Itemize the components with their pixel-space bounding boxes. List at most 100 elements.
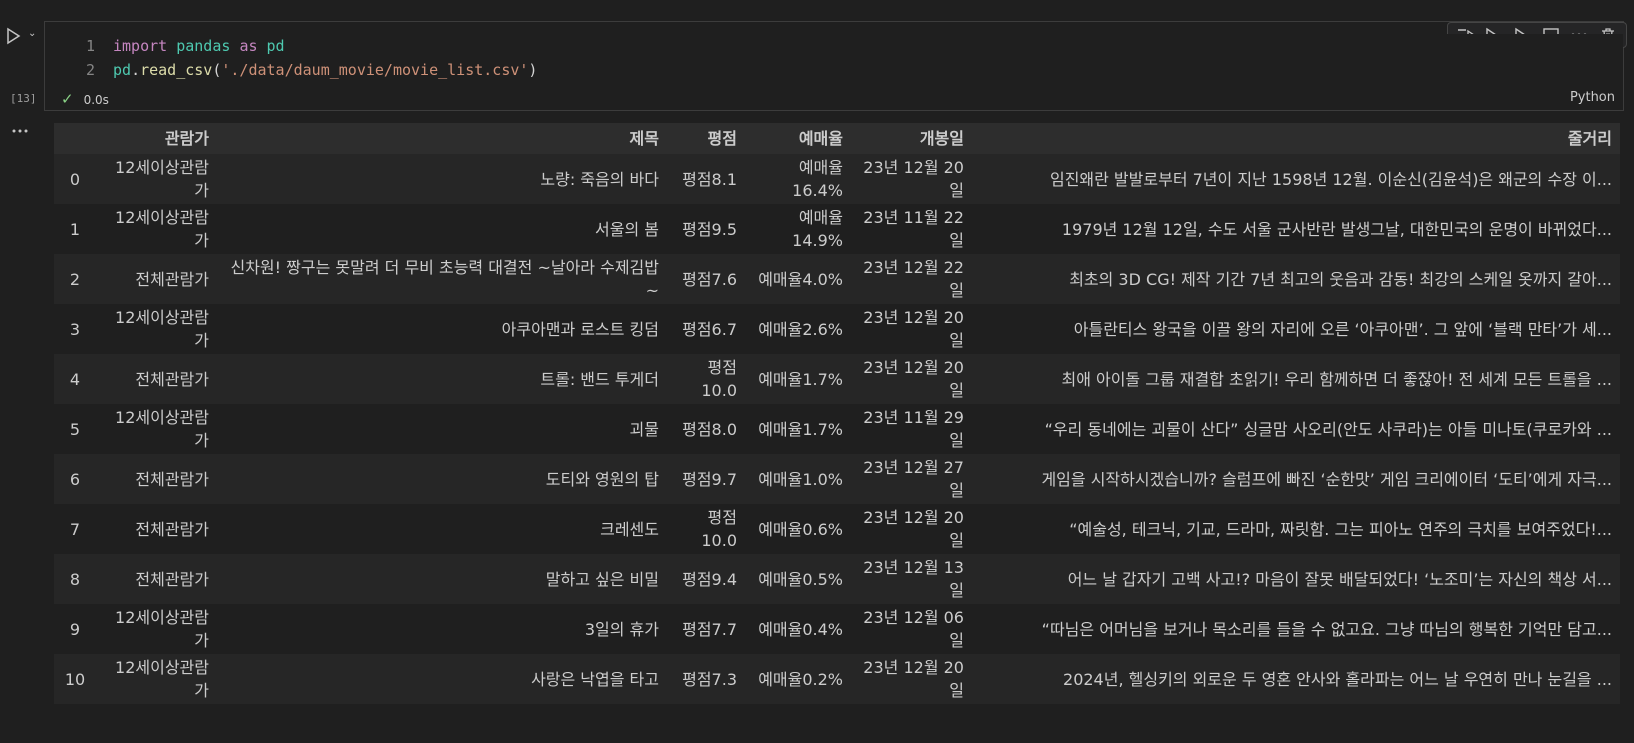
table-row: 3 12세이상관람가 아쿠아맨과 로스트 킹덤 평점6.7 예매율2.6% 23년 12월… <box>54 304 1620 354</box>
row-index: 7 <box>54 504 96 554</box>
code-token: pd <box>113 61 132 79</box>
row-index: 0 <box>54 154 96 204</box>
code-token: pandas <box>176 37 231 55</box>
table-cell: 평점9.4 <box>667 554 745 604</box>
table-cell: 아쿠아맨과 로스트 킹덤 <box>217 304 667 354</box>
table-cell: 노량: 죽음의 바다 <box>217 154 667 204</box>
table-cell: 어느 날 갑자기 고백 사고!? 마음이 잘못 배달되었다! ‘노조미’는 자신… <box>972 554 1620 604</box>
table-cell: 평점7.6 <box>667 254 745 304</box>
table-cell: 23년 12월 13일 <box>851 554 972 604</box>
plot-text: 최애 아이돌 그룹 재결합 초읽기! 우리 함께하면 더 좋잖아! 전 세계 모… <box>1061 369 1612 389</box>
table-cell: 최애 아이돌 그룹 재결합 초읽기! 우리 함께하면 더 좋잖아! 전 세계 모… <box>972 354 1620 404</box>
run-cell-control[interactable]: ⌄ <box>6 26 40 46</box>
plot-text: “우리 동네에는 괴물이 산다” 싱글맘 사오리(안도 사쿠라)는 아들 미나토… <box>1044 419 1612 439</box>
table-header-row: 관람가 제목 평점 예매율 개봉일 줄거리 <box>54 123 1620 154</box>
plot-text: 아틀란티스 왕국을 이끌 왕의 자리에 오른 ‘아쿠아맨’. 그 앞에 ‘블랙 … <box>1073 319 1612 339</box>
table-row: 6 전체관람가 도티와 영원의 탑 평점9.7 예매율1.0% 23년 12월 27일 게임… <box>54 454 1620 504</box>
code-editor[interactable]: 1 import pandas as pd 2 pd.read_csv('./data… <box>45 34 1623 94</box>
table-row: 4 전체관람가 트롤: 밴드 투게더 평점10.0 예매율1.7% 23년 12월 20일… <box>54 354 1620 404</box>
plot-text: 임진왜란 발발로부터 7년이 지난 1598년 12월. 이순신(김윤석)은 왜… <box>1049 169 1612 189</box>
dataframe-table: 관람가 제목 평점 예매율 개봉일 줄거리 0 12세이상관람가 노량: 죽음의 바다 평점8.… <box>54 123 1620 704</box>
row-index: 10 <box>54 654 96 704</box>
row-index: 8 <box>54 554 96 604</box>
plot-text: “예술성, 테크닉, 기교, 드라마, 짜릿함. 그는 피아노 연주의 극치를 … <box>1069 519 1612 539</box>
execution-time: 0.0s <box>83 93 109 107</box>
table-row: 1 12세이상관람가 서울의 봄 평점9.5 예매율14.9% 23년 11월 22일 19… <box>54 204 1620 254</box>
table-cell: 23년 12월 22일 <box>851 254 972 304</box>
column-header: 예매율 <box>745 123 851 154</box>
table-cell: 3일의 휴가 <box>217 604 667 654</box>
column-header: 개봉일 <box>851 123 972 154</box>
table-cell: 크레센도 <box>217 504 667 554</box>
column-header: 제목 <box>217 123 667 154</box>
table-cell: 23년 11월 22일 <box>851 204 972 254</box>
table-cell: 예매율0.5% <box>745 554 851 604</box>
table-cell: 신차원! 짱구는 못말려 더 무비 초능력 대결전 ~날아라 수제김밥~ <box>217 254 667 304</box>
table-body: 0 12세이상관람가 노량: 죽음의 바다 평점8.1 예매율16.4% 23년 12월 … <box>54 154 1620 704</box>
table-cell: 예매율14.9% <box>745 204 851 254</box>
table-cell: 23년 12월 20일 <box>851 654 972 704</box>
code-token: import <box>113 37 168 55</box>
table-cell: “따님은 어머님을 보거나 목소리를 들을 수 없고요. 그냥 따님의 행복한 … <box>972 604 1620 654</box>
code-token: read_csv <box>140 61 213 79</box>
column-header: 평점 <box>667 123 745 154</box>
play-icon[interactable] <box>6 26 22 46</box>
table-cell: 23년 11월 29일 <box>851 404 972 454</box>
table-cell: 23년 12월 20일 <box>851 154 972 204</box>
table-cell: 전체관람가 <box>96 454 217 504</box>
row-index: 4 <box>54 354 96 404</box>
table-cell: “우리 동네에는 괴물이 산다” 싱글맘 사오리(안도 사쿠라)는 아들 미나토… <box>972 404 1620 454</box>
table-cell: 전체관람가 <box>96 554 217 604</box>
code-token: . <box>131 61 141 79</box>
code-line[interactable]: 2 pd.read_csv('./data/daum_movie/movie_li… <box>45 58 1623 82</box>
row-index: 1 <box>54 204 96 254</box>
table-cell: 23년 12월 20일 <box>851 304 972 354</box>
table-cell: 12세이상관람가 <box>96 404 217 454</box>
code-cell[interactable]: 1 import pandas as pd 2 pd.read_csv('./data… <box>44 21 1627 111</box>
cell-output: 관람가 제목 평점 예매율 개봉일 줄거리 0 12세이상관람가 노량: 죽음의 바다 평점8.… <box>54 123 1620 704</box>
table-cell: 예매율1.7% <box>745 404 851 454</box>
table-cell: 23년 12월 06일 <box>851 604 972 654</box>
table-cell: 사랑은 낙엽을 타고 <box>217 654 667 704</box>
table-cell: 12세이상관람가 <box>96 204 217 254</box>
row-index: 6 <box>54 454 96 504</box>
row-index: 9 <box>54 604 96 654</box>
table-cell: 아틀란티스 왕국을 이끌 왕의 자리에 오른 ‘아쿠아맨’. 그 앞에 ‘블랙 … <box>972 304 1620 354</box>
table-cell: 예매율16.4% <box>745 154 851 204</box>
table-cell: 평점9.7 <box>667 454 745 504</box>
table-cell: 예매율4.0% <box>745 254 851 304</box>
column-header: 줄거리 <box>972 123 1620 154</box>
table-cell: 전체관람가 <box>96 504 217 554</box>
ellipsis-icon[interactable] <box>10 125 30 137</box>
table-cell: 1979년 12월 12일, 수도 서울 군사반란 발생그날, 대한민국의 운명… <box>972 204 1620 254</box>
cell-language[interactable]: Python <box>1570 90 1615 105</box>
plot-text: “따님은 어머님을 보거나 목소리를 들을 수 없고요. 그냥 따님의 행복한 … <box>1041 619 1612 639</box>
table-row: 5 12세이상관람가 괴물 평점8.0 예매율1.7% 23년 11월 29일 “우리 동네… <box>54 404 1620 454</box>
table-cell: 예매율2.6% <box>745 304 851 354</box>
code-line[interactable]: 1 import pandas as pd <box>45 34 1623 58</box>
table-cell: 23년 12월 27일 <box>851 454 972 504</box>
table-row: 8 전체관람가 말하고 싶은 비밀 평점9.4 예매율0.5% 23년 12월 13일 어느… <box>54 554 1620 604</box>
table-row: 0 12세이상관람가 노량: 죽음의 바다 평점8.1 예매율16.4% 23년 12월 … <box>54 154 1620 204</box>
table-cell: 평점8.1 <box>667 154 745 204</box>
table-row: 10 12세이상관람가 사랑은 낙엽을 타고 평점7.3 예매율0.2% 23년 12월 … <box>54 654 1620 704</box>
row-index: 2 <box>54 254 96 304</box>
table-row: 2 전체관람가 신차원! 짱구는 못말려 더 무비 초능력 대결전 ~날아라 수제김… <box>54 254 1620 304</box>
table-cell: “예술성, 테크닉, 기교, 드라마, 짜릿함. 그는 피아노 연주의 극치를 … <box>972 504 1620 554</box>
column-header: 관람가 <box>96 123 217 154</box>
execution-count: [13] <box>10 92 37 105</box>
plot-text: 게임을 시작하시겠습니까? 슬럼프에 빠진 ‘순한맛’ 게임 크리에이터 ‘도티… <box>1041 469 1612 489</box>
chevron-down-icon[interactable]: ⌄ <box>28 28 36 39</box>
table-row: 9 12세이상관람가 3일의 휴가 평점7.7 예매율0.4% 23년 12월 06일 “따… <box>54 604 1620 654</box>
table-row: 7 전체관람가 크레센도 평점10.0 예매율0.6% 23년 12월 20일 “예술성, … <box>54 504 1620 554</box>
table-cell: 게임을 시작하시겠습니까? 슬럼프에 빠진 ‘순한맛’ 게임 크리에이터 ‘도티… <box>972 454 1620 504</box>
table-cell: 2024년, 헬싱키의 외로운 두 영혼 안사와 홀라파는 어느 날 우연히 만… <box>972 654 1620 704</box>
line-number: 2 <box>85 61 95 79</box>
table-cell: 전체관람가 <box>96 354 217 404</box>
table-cell: 평점7.7 <box>667 604 745 654</box>
table-cell: 트롤: 밴드 투게더 <box>217 354 667 404</box>
table-cell: 최초의 3D CG! 제작 기간 7년 최고의 웃음과 감동! 최강의 스케일 … <box>972 254 1620 304</box>
table-cell: 예매율0.4% <box>745 604 851 654</box>
